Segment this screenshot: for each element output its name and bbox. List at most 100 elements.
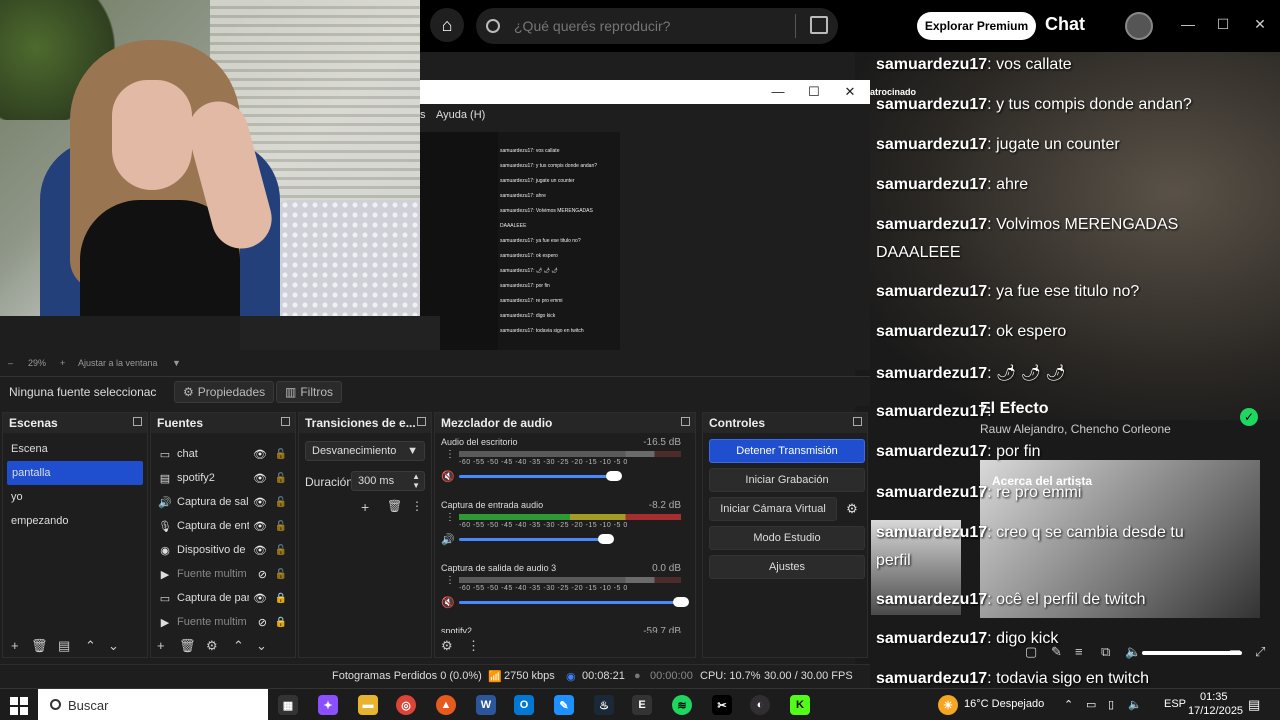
scene-item-Escena[interactable]: Escena <box>3 437 147 461</box>
chat-username[interactable]: samuardezu17 <box>876 403 987 420</box>
obs-preview-canvas[interactable]: samuardezu17: vos callate samuardezu17: y… <box>420 132 620 350</box>
volume-slider[interactable] <box>459 538 606 541</box>
file-explorer-icon[interactable]: ▬ <box>358 695 378 715</box>
zoom-fit-button[interactable]: Ajustar a la ventana <box>78 358 158 368</box>
now-playing-artist[interactable]: Rauw Alejandro, Chencho Corleone <box>980 422 1171 436</box>
unlock-icon[interactable]: 🔓 <box>275 545 287 556</box>
network-tray-icon[interactable]: ▭ <box>1086 698 1096 711</box>
brave-icon[interactable]: ▲ <box>436 695 456 715</box>
browse-icon[interactable] <box>810 16 828 34</box>
scene-item-empezando[interactable]: empezando <box>3 509 147 533</box>
dock-icon[interactable] <box>281 417 290 426</box>
control-button[interactable]: Modo Estudio <box>709 526 865 550</box>
zoom-plus[interactable]: + <box>60 358 65 368</box>
properties-button[interactable]: ⚙ Propiedades <box>174 381 275 403</box>
scene-filter-button[interactable]: ▤ <box>58 638 70 654</box>
dock-icon[interactable] <box>853 417 862 426</box>
eye-icon[interactable]: 👁 <box>253 520 267 533</box>
language-indicator[interactable]: ESP <box>1164 698 1186 710</box>
chrome-icon[interactable]: ◎ <box>396 695 416 715</box>
windows-start-icon[interactable] <box>10 697 28 715</box>
taskbar-search[interactable]: Buscar <box>38 689 268 720</box>
menu-item-help[interactable]: Ayuda (H) <box>436 109 485 121</box>
paint-icon[interactable]: ✎ <box>554 695 574 715</box>
queue-icon[interactable]: ≡ <box>1075 644 1083 659</box>
source-item[interactable]: ◉ Dispositivo de 👁 🔓 <box>151 538 295 562</box>
fullscreen-icon[interactable]: ⤢ <box>1255 644 1265 660</box>
duration-input[interactable]: 300 ms ▲ ▼ <box>351 471 425 491</box>
dock-icon[interactable] <box>133 417 142 426</box>
epic-games-icon[interactable]: E <box>632 695 652 715</box>
clock-date[interactable]: 17/12/2025 <box>1188 705 1243 717</box>
move-up-icon[interactable]: ⌃ <box>85 638 96 654</box>
more-options-icon[interactable]: ⋮ <box>411 499 423 513</box>
scene-item-pantalla[interactable]: pantalla <box>7 461 143 485</box>
scene-item-yo[interactable]: yo <box>3 485 147 509</box>
source-properties-button[interactable]: ⚙ <box>206 638 218 654</box>
eye-hidden-icon[interactable]: ⊘ <box>258 568 267 581</box>
mic-icon[interactable]: ✎ <box>1051 644 1062 660</box>
lock-icon[interactable]: 🔒 <box>275 617 287 628</box>
channel-menu-icon[interactable]: ⋮ <box>445 512 455 523</box>
remove-transition-button[interactable]: 🗑 <box>387 499 402 513</box>
move-down-icon[interactable]: ⌄ <box>256 638 267 654</box>
channel-menu-icon[interactable]: ⋮ <box>445 575 455 586</box>
chat-username[interactable]: samuardezu17 <box>876 524 987 541</box>
more-options-icon[interactable]: ⋮ <box>467 638 480 654</box>
chat-username[interactable]: samuardezu17 <box>876 591 987 608</box>
steam-icon[interactable]: ♨ <box>594 695 614 715</box>
add-source-button[interactable]: + <box>157 638 165 653</box>
spotify-icon[interactable]: ≋ <box>672 695 692 715</box>
move-up-icon[interactable]: ⌃ <box>233 638 244 654</box>
weather-text[interactable]: 16°C Despejado <box>964 698 1044 710</box>
unlock-icon[interactable]: 🔓 <box>275 473 287 484</box>
tray-chevron-icon[interactable]: ⌃ <box>1064 698 1073 711</box>
volume-slider-thumb[interactable] <box>597 534 614 544</box>
volume-slider-thumb[interactable] <box>606 471 623 481</box>
battery-tray-icon[interactable]: ▯ <box>1108 698 1114 711</box>
eye-icon[interactable]: 👁 <box>253 472 267 485</box>
source-item[interactable]: ▭ chat 👁 🔓 <box>151 442 295 466</box>
speaker-muted-icon[interactable]: 🔇 <box>441 596 455 609</box>
unlock-icon[interactable]: 🔓 <box>275 497 287 508</box>
transition-select[interactable]: Desvanecimiento ▼ <box>305 441 425 461</box>
notification-icon[interactable]: ▤ <box>1248 697 1260 713</box>
add-scene-button[interactable]: + <box>11 638 19 653</box>
remove-source-button[interactable]: 🗑 <box>179 638 196 654</box>
spotify-search-input[interactable] <box>514 18 794 34</box>
clock-time[interactable]: 01:35 <box>1200 691 1228 703</box>
volume-icon[interactable]: 🔈 <box>1125 644 1141 660</box>
source-item[interactable]: ▶ Fuente multim ⊘ 🔓 <box>151 562 295 586</box>
chat-username[interactable]: samuardezu17 <box>876 283 987 300</box>
unlock-icon[interactable]: 🔓 <box>275 521 287 532</box>
eye-icon[interactable]: 👁 <box>253 448 267 461</box>
eye-icon[interactable]: 👁 <box>253 544 267 557</box>
speaker-muted-icon[interactable]: 🔇 <box>441 470 455 483</box>
source-item[interactable]: 🔊 Captura de sali 👁 🔓 <box>151 490 295 514</box>
unlock-icon[interactable]: 🔓 <box>275 449 287 460</box>
chat-username[interactable]: samuardezu17 <box>876 96 987 113</box>
chat-username[interactable]: samuardezu17 <box>876 365 987 382</box>
connect-icon[interactable]: ⧉ <box>1101 644 1110 660</box>
eye-icon[interactable]: 👁 <box>253 496 267 509</box>
chat-username[interactable]: samuardezu17 <box>876 630 987 647</box>
chat-username[interactable]: samuardezu17 <box>876 323 987 340</box>
control-button[interactable]: Ajustes <box>709 555 865 579</box>
obs-icon[interactable]: ◐ <box>750 695 770 715</box>
capcut-icon[interactable]: ✂ <box>712 695 732 715</box>
volume-slider-thumb[interactable] <box>673 597 689 607</box>
chat-username[interactable]: samuardezu17 <box>876 56 987 73</box>
stepper-icon[interactable]: ▲ ▼ <box>412 472 420 490</box>
remove-scene-button[interactable]: 🗑 <box>31 638 48 654</box>
word-icon[interactable]: W <box>476 695 496 715</box>
channel-menu-icon[interactable]: ⋮ <box>445 449 455 460</box>
filters-button[interactable]: ▥ Filtros <box>276 381 343 403</box>
virtual-camera-settings-icon[interactable]: ⚙ <box>839 497 865 521</box>
saved-check-icon[interactable]: ✓ <box>1240 408 1258 426</box>
speaker-icon[interactable]: 🔊 <box>441 533 455 546</box>
gear-icon[interactable]: ⚙ <box>441 638 453 654</box>
home-icon[interactable]: ⌂ <box>430 8 464 42</box>
task-view-icon[interactable]: ▦ <box>278 695 298 715</box>
chat-username[interactable]: samuardezu17 <box>876 443 987 460</box>
maximize-icon[interactable]: ☐ <box>804 84 824 100</box>
